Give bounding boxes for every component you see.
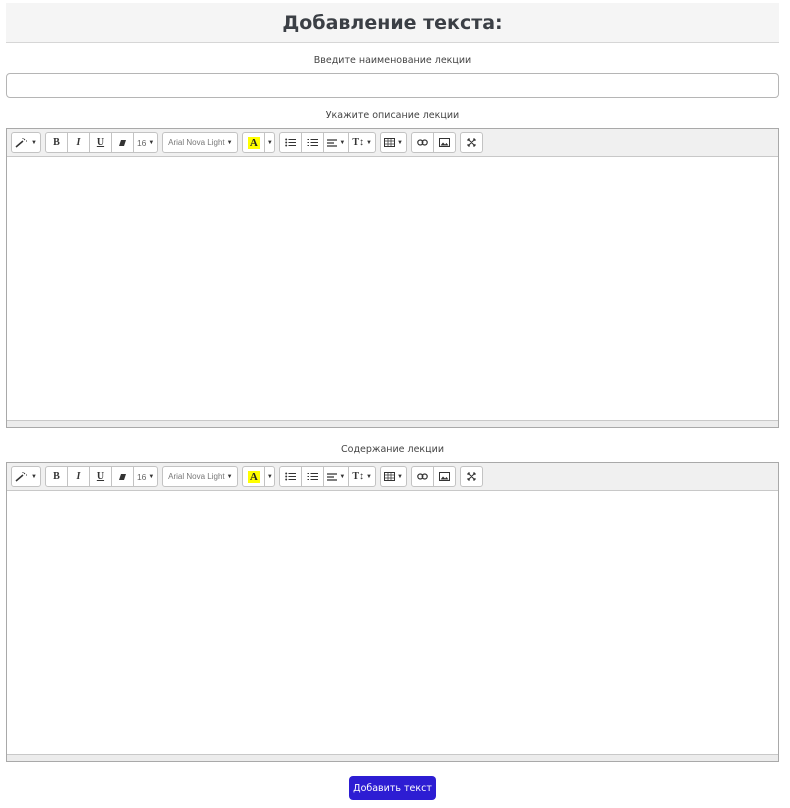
eraser-icon[interactable] (110, 132, 134, 153)
underline-button[interactable]: U (88, 132, 112, 153)
resize-bar[interactable] (7, 420, 778, 427)
font-family-dropdown[interactable]: Arial Nova Light ▼ (162, 466, 239, 487)
unordered-list-icon[interactable] (279, 466, 303, 487)
description-editor: ▼ B I U 16 ▼ Arial Nova Light ▼ A ▼ ▼ T↕… (6, 128, 779, 428)
font-size-dropdown[interactable]: 16 ▼ (132, 132, 159, 153)
link-icon[interactable] (410, 466, 434, 487)
content-editor: ▼ B I U 16 ▼ Arial Nova Light ▼ A ▼ ▼ T↕… (6, 462, 779, 762)
align-dropdown[interactable]: ▼ (323, 132, 350, 153)
font-family-value: Arial Nova Light (168, 472, 225, 481)
line-height-icon: T↕ (352, 137, 364, 148)
bold-button[interactable]: B (44, 132, 68, 153)
lecture-title-input[interactable] (6, 73, 779, 98)
content-label: Содержание лекции (341, 444, 444, 455)
image-icon[interactable] (432, 466, 456, 487)
description-editable-area[interactable] (7, 157, 778, 420)
link-icon[interactable] (410, 132, 434, 153)
magic-wand-icon[interactable]: ▼ (11, 466, 41, 487)
ordered-list-icon[interactable] (301, 132, 325, 153)
table-dropdown[interactable]: ▼ (379, 466, 407, 487)
text-color-letter: A (247, 136, 260, 149)
underline-button[interactable]: U (88, 466, 112, 487)
content-editable-area[interactable] (7, 491, 778, 754)
fullscreen-icon[interactable] (459, 132, 483, 153)
fullscreen-icon[interactable] (459, 466, 483, 487)
resize-bar[interactable] (7, 754, 778, 761)
magic-wand-icon[interactable]: ▼ (11, 132, 41, 153)
italic-button[interactable]: I (66, 466, 90, 487)
text-color-letter: A (247, 470, 260, 483)
line-height-icon: T↕ (352, 471, 364, 482)
page-header: Добавление текста: (6, 3, 779, 43)
font-family-value: Arial Nova Light (168, 138, 225, 147)
page-title: Добавление текста: (282, 11, 503, 34)
description-label: Укажите описание лекции (325, 110, 460, 121)
table-dropdown[interactable]: ▼ (379, 132, 407, 153)
font-size-value: 16 (136, 471, 147, 482)
text-color-button[interactable]: A (242, 132, 266, 153)
bold-button[interactable]: B (44, 466, 68, 487)
image-icon[interactable] (432, 132, 456, 153)
italic-button[interactable]: I (66, 132, 90, 153)
eraser-icon[interactable] (110, 466, 134, 487)
line-height-dropdown[interactable]: T↕ ▼ (348, 132, 376, 153)
font-size-value: 16 (136, 137, 147, 148)
add-text-button[interactable]: Добавить текст (349, 776, 436, 800)
color-dropdown-toggle[interactable]: ▼ (264, 132, 276, 153)
font-family-dropdown[interactable]: Arial Nova Light ▼ (162, 132, 239, 153)
editor-toolbar: ▼ B I U 16 ▼ Arial Nova Light ▼ A ▼ ▼ T↕… (7, 129, 778, 157)
align-dropdown[interactable]: ▼ (323, 466, 350, 487)
line-height-dropdown[interactable]: T↕ ▼ (348, 466, 376, 487)
text-color-button[interactable]: A (242, 466, 266, 487)
font-size-dropdown[interactable]: 16 ▼ (132, 466, 159, 487)
unordered-list-icon[interactable] (279, 132, 303, 153)
ordered-list-icon[interactable] (301, 466, 325, 487)
color-dropdown-toggle[interactable]: ▼ (264, 466, 276, 487)
editor-toolbar: ▼ B I U 16 ▼ Arial Nova Light ▼ A ▼ ▼ T↕… (7, 463, 778, 491)
lecture-title-label: Введите наименование лекции (313, 55, 472, 66)
